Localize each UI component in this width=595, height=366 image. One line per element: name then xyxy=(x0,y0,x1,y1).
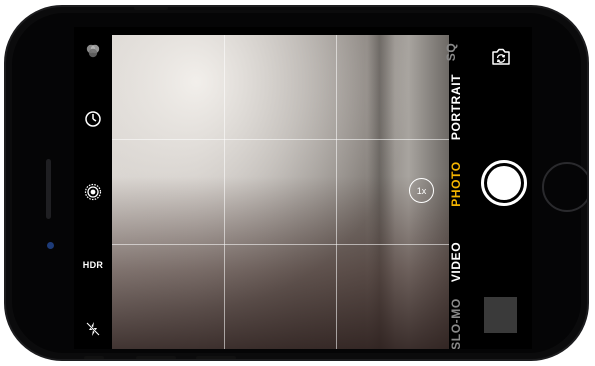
grid-line xyxy=(336,35,337,349)
earpiece-speaker xyxy=(46,159,51,219)
zoom-button[interactable]: 1x xyxy=(409,178,434,203)
shutter-inner xyxy=(487,166,521,200)
switch-camera-icon[interactable] xyxy=(489,45,513,69)
camera-screen: HDR 1x SQ PORTRAIT PHOTO VIDEO SLO-MO xyxy=(74,27,532,349)
hardware-button xyxy=(134,7,168,10)
live-photo-icon[interactable] xyxy=(81,180,105,204)
front-camera xyxy=(47,242,54,249)
viewfinder[interactable] xyxy=(112,35,449,349)
grid-line xyxy=(112,139,449,140)
hardware-button xyxy=(196,356,236,359)
filters-icon[interactable] xyxy=(81,39,105,63)
zoom-label: 1x xyxy=(416,185,427,196)
mode-slo-mo[interactable]: SLO-MO xyxy=(449,284,463,349)
hdr-toggle[interactable]: HDR xyxy=(81,253,105,277)
timer-icon[interactable] xyxy=(81,107,105,131)
hardware-button xyxy=(84,356,104,359)
last-photo-thumbnail[interactable] xyxy=(484,297,517,333)
flash-off-icon[interactable] xyxy=(81,317,105,341)
grid-line xyxy=(112,244,449,245)
hardware-button xyxy=(136,356,176,359)
home-button[interactable] xyxy=(542,162,587,212)
viewfinder-shade xyxy=(112,35,449,349)
phone-body: HDR 1x SQ PORTRAIT PHOTO VIDEO SLO-MO xyxy=(4,5,589,361)
hdr-label: HDR xyxy=(82,260,104,270)
mode-portrait[interactable]: PORTRAIT xyxy=(449,67,463,147)
mode-photo[interactable]: PHOTO xyxy=(449,144,463,224)
shutter-button[interactable] xyxy=(481,160,527,206)
camera-tools-bar: HDR xyxy=(74,27,112,349)
grid-line xyxy=(224,35,225,349)
camera-controls-bar: SQ PORTRAIT PHOTO VIDEO SLO-MO xyxy=(444,27,532,349)
